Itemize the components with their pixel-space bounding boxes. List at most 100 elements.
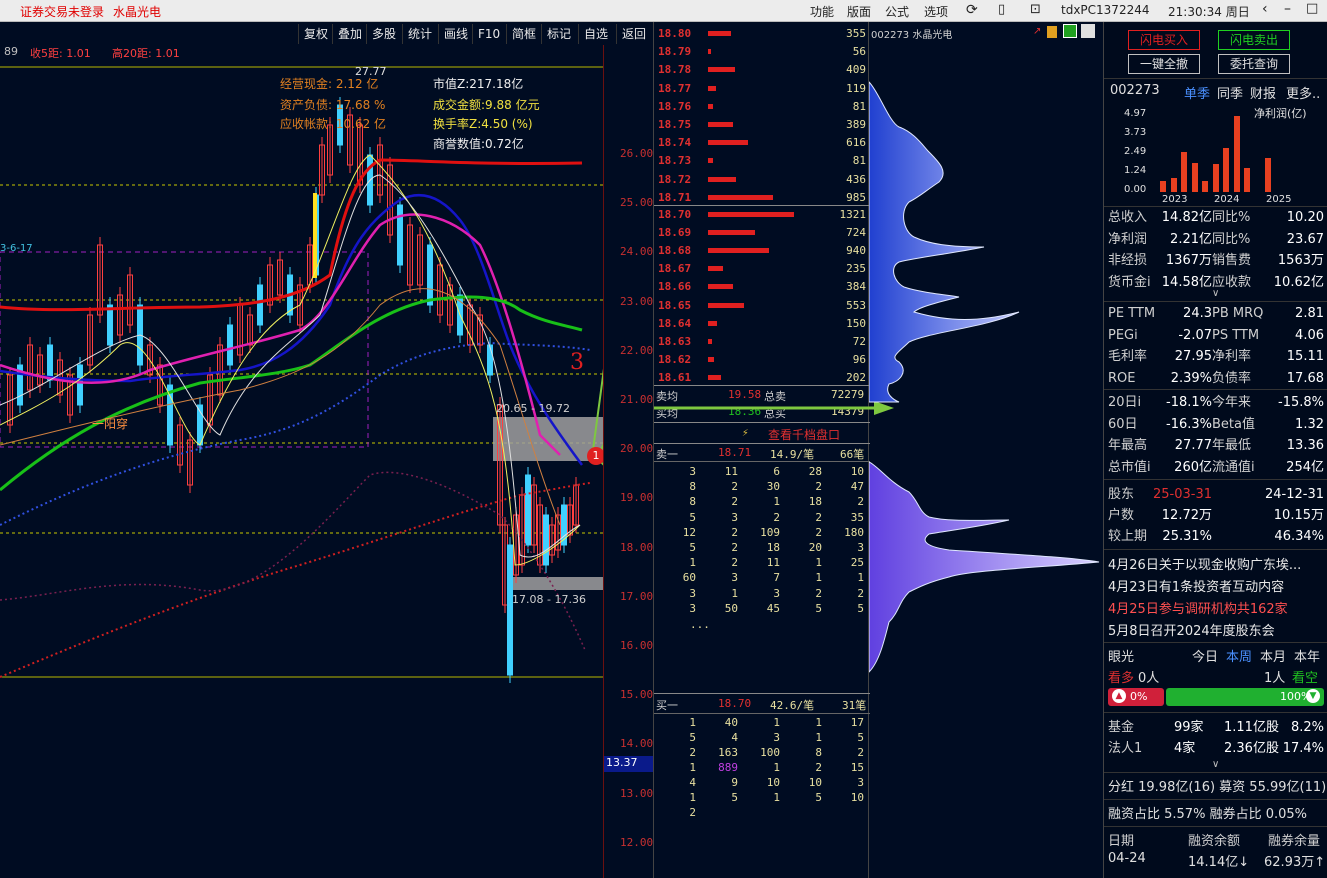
bid-row[interactable]: 18.69 724: [654, 224, 870, 242]
ask-row[interactable]: 18.77 119: [654, 80, 870, 98]
lock-icon[interactable]: ⊡: [1030, 2, 1041, 17]
login-status[interactable]: 证券交易未登录: [20, 3, 104, 20]
ask-row[interactable]: 18.75 389: [654, 116, 870, 134]
news-item-4[interactable]: 5月8日召开2024年度股东会: [1108, 620, 1275, 639]
bid-volume-bar: [708, 266, 724, 272]
queue-cell: 50: [724, 601, 738, 615]
fin-value-1: 14.82亿: [1161, 210, 1212, 225]
price-tick: 26.00: [620, 147, 654, 160]
profit-year: 2024: [1214, 194, 1240, 205]
tab-quarter[interactable]: 单季: [1184, 83, 1210, 102]
perf-row: 60日 -16.3% Beta值 1.32: [1108, 414, 1324, 435]
refresh-icon[interactable]: ⟳: [966, 2, 978, 18]
ask-row[interactable]: 18.76 81: [654, 98, 870, 116]
val-value-1: -2.07: [1178, 327, 1212, 343]
ask-row[interactable]: 18.79 56: [654, 43, 870, 61]
households-1: 12.72万: [1161, 508, 1212, 523]
buy1-count: 31笔: [842, 699, 867, 712]
perf-label-1: 年最高: [1108, 438, 1148, 453]
toolbar-mark[interactable]: 标记: [541, 24, 576, 44]
order-query-button[interactable]: 委托查询: [1218, 54, 1290, 74]
queue-cell: 1: [689, 761, 696, 774]
price-tick: 16.00: [620, 639, 654, 652]
maximize-icon[interactable]: □: [1306, 1, 1318, 16]
box-label: 20.65 - 19.72: [496, 402, 570, 415]
kline-chart[interactable]: 89 收5距: 1.01 高20距: 1.01 27.77 3-6-17 经营现…: [0, 45, 603, 700]
news-item-2[interactable]: 4月23日有1条投资者互动内容: [1108, 576, 1284, 595]
margin-header-short: 融券余量: [1268, 834, 1321, 849]
back-icon[interactable]: ‹: [1262, 1, 1268, 17]
menu-function[interactable]: 功能: [810, 3, 834, 20]
menu-options[interactable]: 选项: [924, 3, 948, 20]
bid-row[interactable]: 18.63 72: [654, 333, 870, 351]
menu-formula[interactable]: 公式: [885, 3, 909, 20]
queue-cell: 3: [689, 601, 696, 615]
margin-row-date: 04-24: [1108, 851, 1146, 866]
current-price-tag: 13.37: [604, 756, 654, 772]
candle-body: [397, 204, 403, 266]
ask-price: 18.76: [658, 99, 692, 113]
toolbar-multi-stock[interactable]: 多股: [366, 24, 401, 44]
last-period-label: 较上期: [1108, 529, 1148, 544]
ask-row[interactable]: 18.73 81: [654, 152, 870, 170]
cancel-all-button[interactable]: 一键全撤: [1128, 54, 1200, 74]
last-period-1: 25.31%: [1162, 529, 1212, 544]
bear-label[interactable]: 看空: [1292, 667, 1318, 686]
ask-row[interactable]: 18.78 409: [654, 61, 870, 79]
queue-cell: 10: [808, 776, 822, 789]
toolbar-simple-frame[interactable]: 简框: [506, 24, 541, 44]
ask-volume: 81: [852, 99, 866, 113]
bid-row[interactable]: 18.64 150: [654, 315, 870, 333]
toolbar-f10[interactable]: F10: [472, 24, 505, 44]
ask-row[interactable]: 18.74 616: [654, 134, 870, 152]
fin-label-2: 同比%: [1212, 210, 1251, 225]
perf-value-2: 1.32: [1295, 416, 1324, 432]
toolbar-draw[interactable]: 画线: [438, 24, 473, 44]
news-item-3[interactable]: 4月25日参与调研机构共162家: [1108, 598, 1288, 617]
tab-report[interactable]: 财报: [1250, 83, 1276, 102]
ask-row[interactable]: 18.80 355: [654, 25, 870, 43]
expand-chevron-icon[interactable]: ∨: [1212, 288, 1219, 299]
bid-row[interactable]: 18.66 384: [654, 278, 870, 296]
bid-price: 18.64: [658, 316, 692, 330]
eye-tab-week[interactable]: 本周: [1226, 646, 1252, 665]
profit-bar: [1170, 178, 1177, 192]
toolbar-overlay[interactable]: 叠加: [332, 24, 367, 44]
eye-tab-today[interactable]: 今日: [1192, 646, 1218, 665]
account-id: tdxPC1372244: [1061, 3, 1150, 17]
minimize-icon[interactable]: –: [1284, 1, 1291, 17]
toolbar-watchlist[interactable]: 自选: [578, 24, 613, 44]
legal-label: 法人1: [1108, 741, 1143, 756]
thousand-depth-link[interactable]: 查看千档盘口: [768, 426, 840, 443]
tab-more[interactable]: 更多..: [1286, 83, 1320, 102]
expand-chevron-icon-2[interactable]: ∨: [1212, 759, 1219, 770]
ask-volume: 355: [846, 27, 866, 40]
price-tick: 12.00: [620, 835, 654, 849]
flash-buy-button[interactable]: 闪电买入: [1128, 30, 1200, 50]
bid-row[interactable]: 18.70 1321: [654, 206, 870, 224]
queue-cell: 1: [773, 495, 780, 509]
bid-row[interactable]: 18.67 235: [654, 260, 870, 278]
bull-label[interactable]: 看多: [1108, 667, 1134, 686]
ask-row[interactable]: 18.72 436: [654, 171, 870, 189]
bid-row[interactable]: 18.62 96: [654, 351, 870, 369]
toolbar-restore-rights[interactable]: 复权: [298, 24, 333, 44]
news-item-1[interactable]: 4月26日关于以现金收购广东埃...: [1108, 554, 1301, 573]
toolbar-stats[interactable]: 统计: [402, 24, 437, 44]
fin-value-1: 14.58亿: [1161, 274, 1212, 290]
eye-tab-month[interactable]: 本月: [1260, 646, 1286, 665]
tab-yoy[interactable]: 同季: [1217, 83, 1243, 102]
bear-count: 1人: [1264, 671, 1286, 686]
menu-layout[interactable]: 版面: [847, 3, 871, 20]
price-tick: 19.00: [620, 491, 654, 505]
profit-bar: [1181, 152, 1187, 192]
bid-row[interactable]: 18.68 940: [654, 242, 870, 260]
eye-tab-year[interactable]: 本年: [1294, 646, 1320, 665]
bid-row[interactable]: 18.65 553: [654, 297, 870, 315]
info-market-cap: 市值Z:217.18亿: [433, 77, 524, 91]
sell-total: 72279: [831, 388, 865, 401]
phone-icon[interactable]: ▯: [998, 2, 1005, 17]
flash-sell-button[interactable]: 闪电卖出: [1218, 30, 1290, 50]
toolbar-back[interactable]: 返回: [616, 24, 651, 44]
ask-volume-bar: [708, 194, 773, 200]
